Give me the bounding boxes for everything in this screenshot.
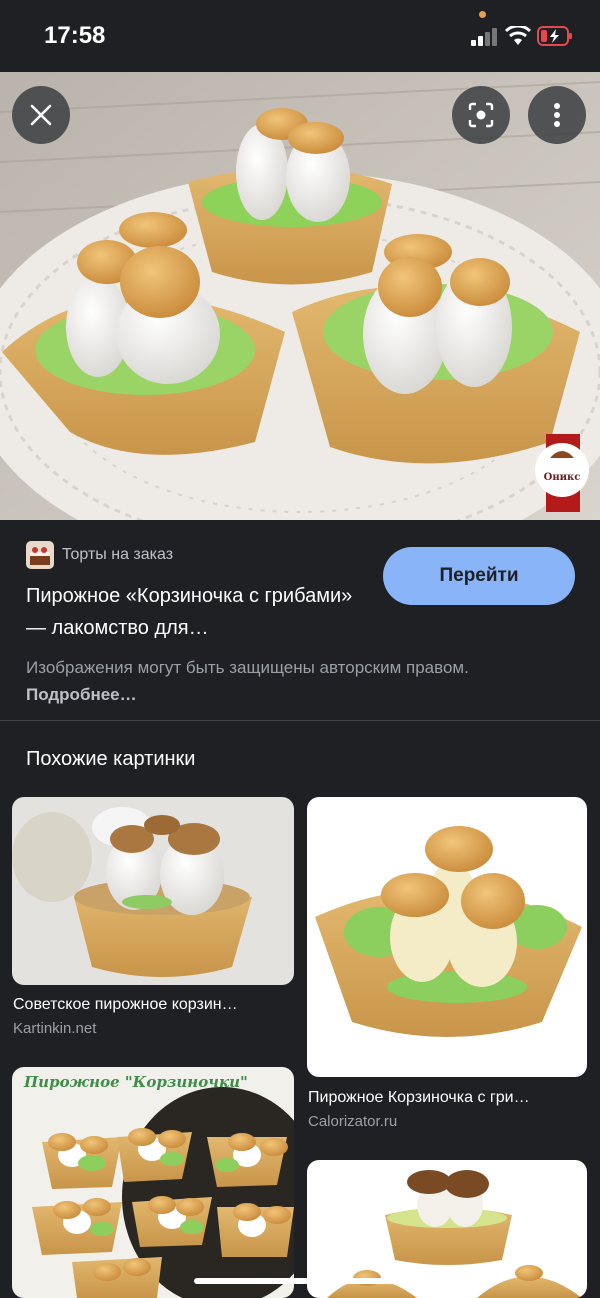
learn-more-link[interactable]: Подробнее… <box>26 685 137 704</box>
close-button[interactable] <box>12 86 70 144</box>
source-row[interactable]: Торты на заказ <box>26 540 173 570</box>
wifi-icon <box>505 26 531 45</box>
source-favicon <box>26 541 54 569</box>
lens-search-button[interactable] <box>452 86 510 144</box>
related-image-3-banner: Пирожное "Корзиночки" <box>23 1073 248 1091</box>
privacy-indicator-dot <box>479 11 486 18</box>
copyright-notice: Изображения могут быть защищены авторски… <box>26 654 496 708</box>
related-image-3[interactable]: Пирожное "Корзиночки" <box>12 1067 294 1298</box>
related-images-heading: Похожие картинки <box>26 748 196 770</box>
more-vert-icon <box>554 103 560 127</box>
main-image[interactable]: Оникс <box>0 72 600 520</box>
close-icon <box>30 104 52 126</box>
lens-icon <box>468 102 494 128</box>
status-bar: 17:58 <box>0 0 600 72</box>
divider <box>0 720 600 721</box>
copyright-text: Изображения могут быть защищены авторски… <box>26 658 469 677</box>
source-name: Торты на заказ <box>62 546 174 563</box>
visit-button[interactable]: Перейти <box>383 547 575 605</box>
home-indicator[interactable] <box>194 1278 406 1284</box>
related-image-2-caption[interactable]: Пирожное Корзиночка с гри… <box>308 1089 588 1107</box>
battery-charging-icon <box>537 26 572 46</box>
more-options-button[interactable] <box>528 86 586 144</box>
related-image-2-source: Calorizator.ru <box>308 1113 398 1130</box>
cellular-signal-icon <box>471 28 497 46</box>
status-time: 17:58 <box>44 22 106 49</box>
image-title[interactable]: Пирожное «Корзиночка с грибами» — лакомс… <box>26 580 376 644</box>
related-image-1[interactable] <box>12 797 294 985</box>
related-image-2[interactable] <box>307 797 587 1077</box>
related-image-1-caption[interactable]: Советское пирожное корзин… <box>13 996 295 1014</box>
svg-text:Оникс: Оникс <box>544 472 581 483</box>
related-image-1-source: Kartinkin.net <box>13 1020 97 1037</box>
